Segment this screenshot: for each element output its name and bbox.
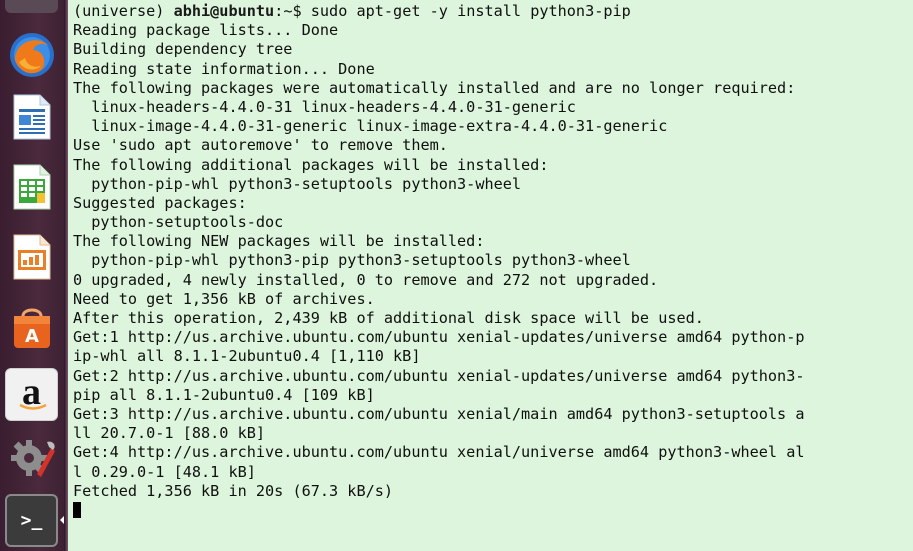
output-line: python-pip-whl python3-setuptools python…	[73, 174, 522, 193]
launcher-firefox[interactable]	[5, 28, 58, 81]
output-line: The following packages were automaticall…	[73, 78, 796, 97]
launcher-terminal[interactable]: >_	[5, 494, 58, 547]
output-line: Reading state information... Done	[73, 59, 375, 78]
prompt-line: (universe) abhi@ubuntu:~$ sudo apt-get -…	[73, 2, 805, 21]
terminal-window[interactable]: (universe) abhi@ubuntu:~$ sudo apt-get -…	[68, 0, 913, 551]
output-line: linux-headers-4.4.0-31 linux-headers-4.4…	[73, 97, 576, 116]
output-line: linux-image-4.4.0-31-generic linux-image…	[73, 117, 668, 136]
output-line: Suggested packages:	[73, 193, 247, 212]
output-line: 0 upgraded, 4 newly installed, 0 to remo…	[73, 270, 659, 289]
impress-icon	[13, 234, 50, 279]
output-line: python-setuptools-doc	[73, 213, 284, 232]
output-line: Fetched 1,356 kB in 20s (67.3 kB/s)	[73, 481, 394, 500]
prompt-user: abhi@ubuntu	[173, 2, 275, 20]
output-line: pip all 8.1.1-2ubuntu0.4 [109 kB]	[73, 385, 375, 404]
unity-launcher: A a >_	[0, 0, 66, 551]
launcher-writer[interactable]	[5, 90, 58, 143]
software-center-icon: A	[13, 308, 50, 348]
launcher-amazon[interactable]: a	[5, 368, 58, 421]
output-line: Get:2 http://us.archive.ubuntu.com/ubunt…	[73, 366, 805, 385]
firefox-icon	[9, 32, 54, 77]
output-line: After this operation, 2,439 kB of additi…	[73, 309, 704, 327]
terminal-icon: >_	[20, 510, 43, 531]
calc-icon	[13, 164, 50, 209]
text-cursor	[73, 501, 81, 518]
amazon-smile	[19, 403, 47, 410]
cursor-line	[73, 501, 805, 520]
writer-icon	[13, 94, 50, 139]
output-line: Use 'sudo apt autoremove' to remove them…	[73, 136, 448, 155]
output-line: The following NEW packages will be insta…	[73, 232, 485, 251]
prompt-env: (universe)	[73, 2, 174, 20]
output-line: ll 20.7.0-1 [88.0 kB]	[73, 424, 266, 443]
launcher-calc[interactable]	[5, 160, 58, 213]
prompt-path: :~$	[274, 2, 311, 20]
output-line: ip-whl all 8.1.1-2ubuntu0.4 [1,110 kB]	[73, 347, 421, 366]
output-line: Building dependency tree	[73, 40, 293, 59]
output-line: Get:1 http://us.archive.ubuntu.com/ubunt…	[73, 328, 805, 347]
output-line: The following additional packages will b…	[73, 155, 549, 174]
launcher-software-center[interactable]: A	[5, 300, 58, 353]
terminal-output: (universe) abhi@ubuntu:~$ sudo apt-get -…	[73, 2, 805, 520]
output-line: Get:3 http://us.archive.ubuntu.com/ubunt…	[73, 404, 805, 423]
output-line: python-pip-whl python3-pip python3-setup…	[73, 251, 631, 270]
output-line: Reading package lists... Done	[73, 21, 339, 40]
output-line: l 0.29.0-1 [48.1 kB]	[73, 462, 256, 481]
launcher-impress[interactable]	[5, 230, 58, 283]
command-text: sudo apt-get -y install python3-pip	[310, 2, 631, 20]
output-line: Need to get 1,356 kB of archives.	[73, 289, 375, 308]
output-line: Get:4 http://us.archive.ubuntu.com/ubunt…	[73, 443, 805, 462]
launcher-partial-tile[interactable]	[5, 0, 58, 13]
svg-text:A: A	[25, 326, 39, 347]
launcher-system-settings[interactable]	[5, 432, 58, 485]
system-settings-icon	[10, 439, 55, 477]
